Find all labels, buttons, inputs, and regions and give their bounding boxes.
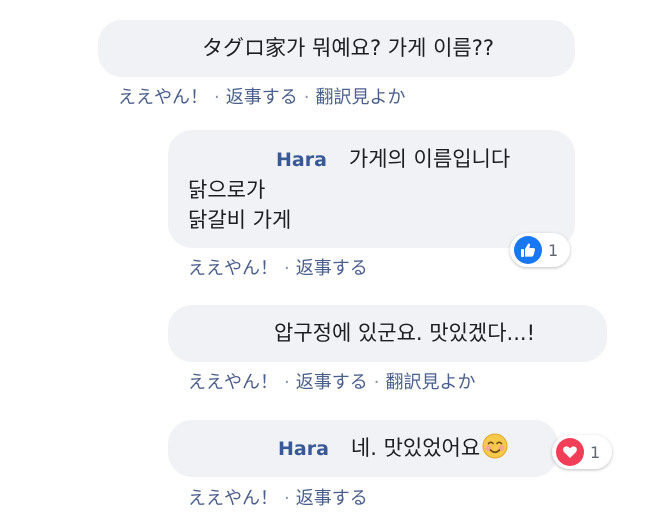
separator: · <box>284 488 290 509</box>
reaction-count: 1 <box>590 442 601 462</box>
reaction-badge-love[interactable]: 1 <box>552 435 612 469</box>
comment-actions-4: ええやん！ · 返事する <box>188 484 368 510</box>
like-link[interactable]: ええやん！ <box>188 488 278 509</box>
comment-bubble-1: タグロ家가 뭐예요? 가게 이름?? <box>98 20 575 77</box>
separator: · <box>303 87 310 108</box>
separator: · <box>373 372 380 393</box>
comment-actions-3: ええやん！ · 返事する · 翻訳見よか <box>188 368 475 394</box>
comment-text: 가게의 이름입니다 <box>348 147 511 171</box>
like-link[interactable]: ええやん！ <box>188 258 278 279</box>
comment-text: 네. 맛있었어요 <box>350 436 481 460</box>
comment-thread: { "comments": [ { "text": "タグロ家가 뭐예요? 가게… <box>0 0 671 531</box>
reply-link[interactable]: 返事する <box>226 87 298 108</box>
author-name[interactable]: Hara <box>278 438 329 460</box>
comment-text: タグロ家가 뭐예요? 가게 이름?? <box>202 36 495 60</box>
comment-line-1: Hara 가게의 이름입니다 <box>188 144 555 175</box>
comment-bubble-3: 압구정에 있군요. 맛있겠다...! <box>168 305 607 362</box>
like-link[interactable]: ええやん！ <box>188 372 278 393</box>
separator: · <box>284 372 290 393</box>
comment-text: 압구정에 있군요. 맛있겠다...! <box>274 321 535 345</box>
comment-bubble-2: Hara 가게의 이름입니다 닭으로가 닭갈비 가게 <box>168 130 575 248</box>
comment-actions-1: ええやん！ · 返事する · 翻訳見よか <box>118 83 405 109</box>
author-name[interactable]: Hara <box>276 149 327 171</box>
reaction-count: 1 <box>548 240 559 260</box>
like-link[interactable]: ええやん！ <box>118 87 208 108</box>
translate-link[interactable]: 翻訳見よか <box>385 372 475 393</box>
reply-link[interactable]: 返事する <box>296 258 368 279</box>
comment-bubble-4: Hara 네. 맛있었어요 <box>168 420 558 477</box>
translate-link[interactable]: 翻訳見よか <box>315 87 405 108</box>
thumbs-up-icon <box>514 236 542 264</box>
smiling-face-icon <box>482 433 508 459</box>
heart-icon <box>556 438 584 466</box>
comment-actions-2: ええやん！ · 返事する <box>188 254 368 280</box>
comment-line-2: 닭으로가 <box>188 178 266 202</box>
separator: · <box>284 258 290 279</box>
reply-link[interactable]: 返事する <box>296 372 368 393</box>
separator: · <box>214 87 220 108</box>
reply-link[interactable]: 返事する <box>296 488 368 509</box>
reaction-badge-like[interactable]: 1 <box>510 233 570 267</box>
comment-line-3: 닭갈비 가게 <box>188 208 292 232</box>
